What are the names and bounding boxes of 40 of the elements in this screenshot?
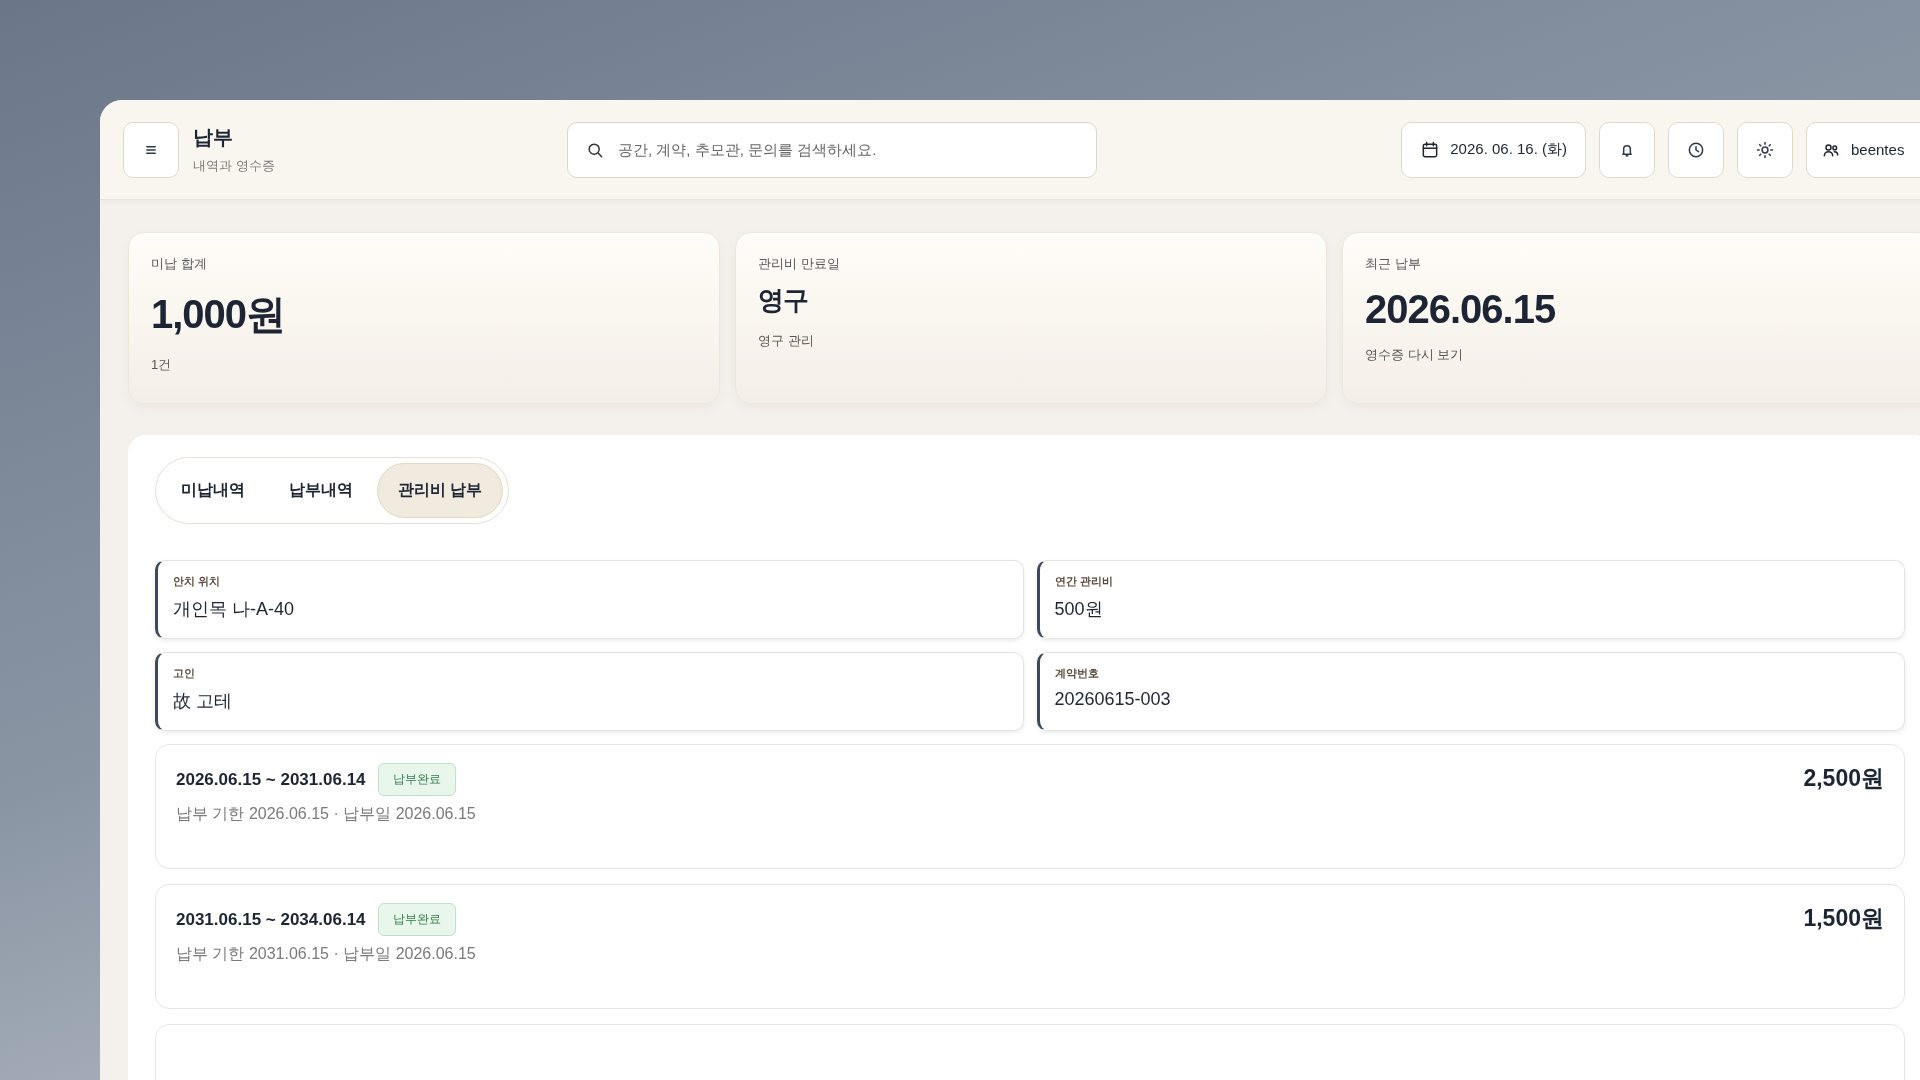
card-value: 영구	[758, 284, 809, 317]
field-label: 안치 위치	[173, 574, 222, 589]
card-value: 2026.06.15	[1365, 287, 1557, 332]
status-badge: 납부완료	[377, 763, 456, 796]
card-note: 1건	[151, 356, 173, 374]
field-value: 故 고테	[173, 690, 233, 713]
tab[interactable]: 관리비 납부	[377, 463, 504, 518]
card-note: 영수증 다시 보기	[1365, 346, 1465, 364]
card-label: 최근 납부	[1365, 255, 1422, 273]
payment-detail: 납부 기한 2031.06.15 · 납부일 2026.06.15	[176, 944, 476, 964]
payment-row[interactable]: 2026.06.15 ~ 2031.06.14 납부완료 납부 기한 2026.06.15 · 납부일 2026.06.15 2,500원	[155, 744, 1905, 869]
card-label: 관리비 만료일	[758, 255, 841, 273]
payment-period: 2031.06.15 ~ 2034.06.14	[176, 909, 366, 930]
search-field[interactable]: 공간, 계약, 추모관, 문의를 검색하세요.	[567, 121, 1097, 178]
theme-button[interactable]	[1737, 121, 1793, 178]
status-badge: 납부완료	[377, 903, 456, 936]
field-value: 500원	[1054, 598, 1104, 621]
page-subtitle: 내역과 영수증	[193, 157, 276, 175]
payment-row[interactable]: 2031.06.15 ~ 2034.06.14 납부완료 납부 기한 2031.06.15 · 납부일 2026.06.15 1,500원	[155, 884, 1905, 1009]
field-label: 계약번호	[1054, 666, 1100, 681]
card-label: 미납 합계	[151, 255, 208, 273]
sun-icon	[1755, 139, 1775, 160]
notification-button[interactable]	[1599, 121, 1655, 178]
history-button[interactable]	[1668, 121, 1724, 178]
user-button[interactable]: beentes	[1806, 121, 1920, 178]
card-value: 1,000원	[151, 291, 287, 338]
field-label: 고인	[173, 666, 196, 681]
page-title: 납부	[193, 125, 234, 150]
card-note: 영구 관리	[758, 332, 815, 350]
date-button[interactable]: 2026. 06. 16. (화)	[1401, 121, 1586, 178]
field-label: 연간 관리비	[1054, 574, 1114, 589]
menu-button[interactable]	[123, 121, 179, 178]
field-value: 20260615-003	[1054, 689, 1172, 710]
payment-amount: 2,500원	[1803, 764, 1884, 793]
payment-detail: 납부 기한 2026.06.15 · 납부일 2026.06.15	[176, 804, 476, 824]
payment-amount: 1,500원	[1803, 904, 1884, 933]
tab[interactable]: 납부내역	[269, 463, 373, 518]
tab[interactable]: 미납내역	[161, 463, 265, 518]
field-value: 개인목 나-A-40	[173, 598, 296, 621]
payment-period: 2026.06.15 ~ 2031.06.14	[176, 769, 366, 790]
